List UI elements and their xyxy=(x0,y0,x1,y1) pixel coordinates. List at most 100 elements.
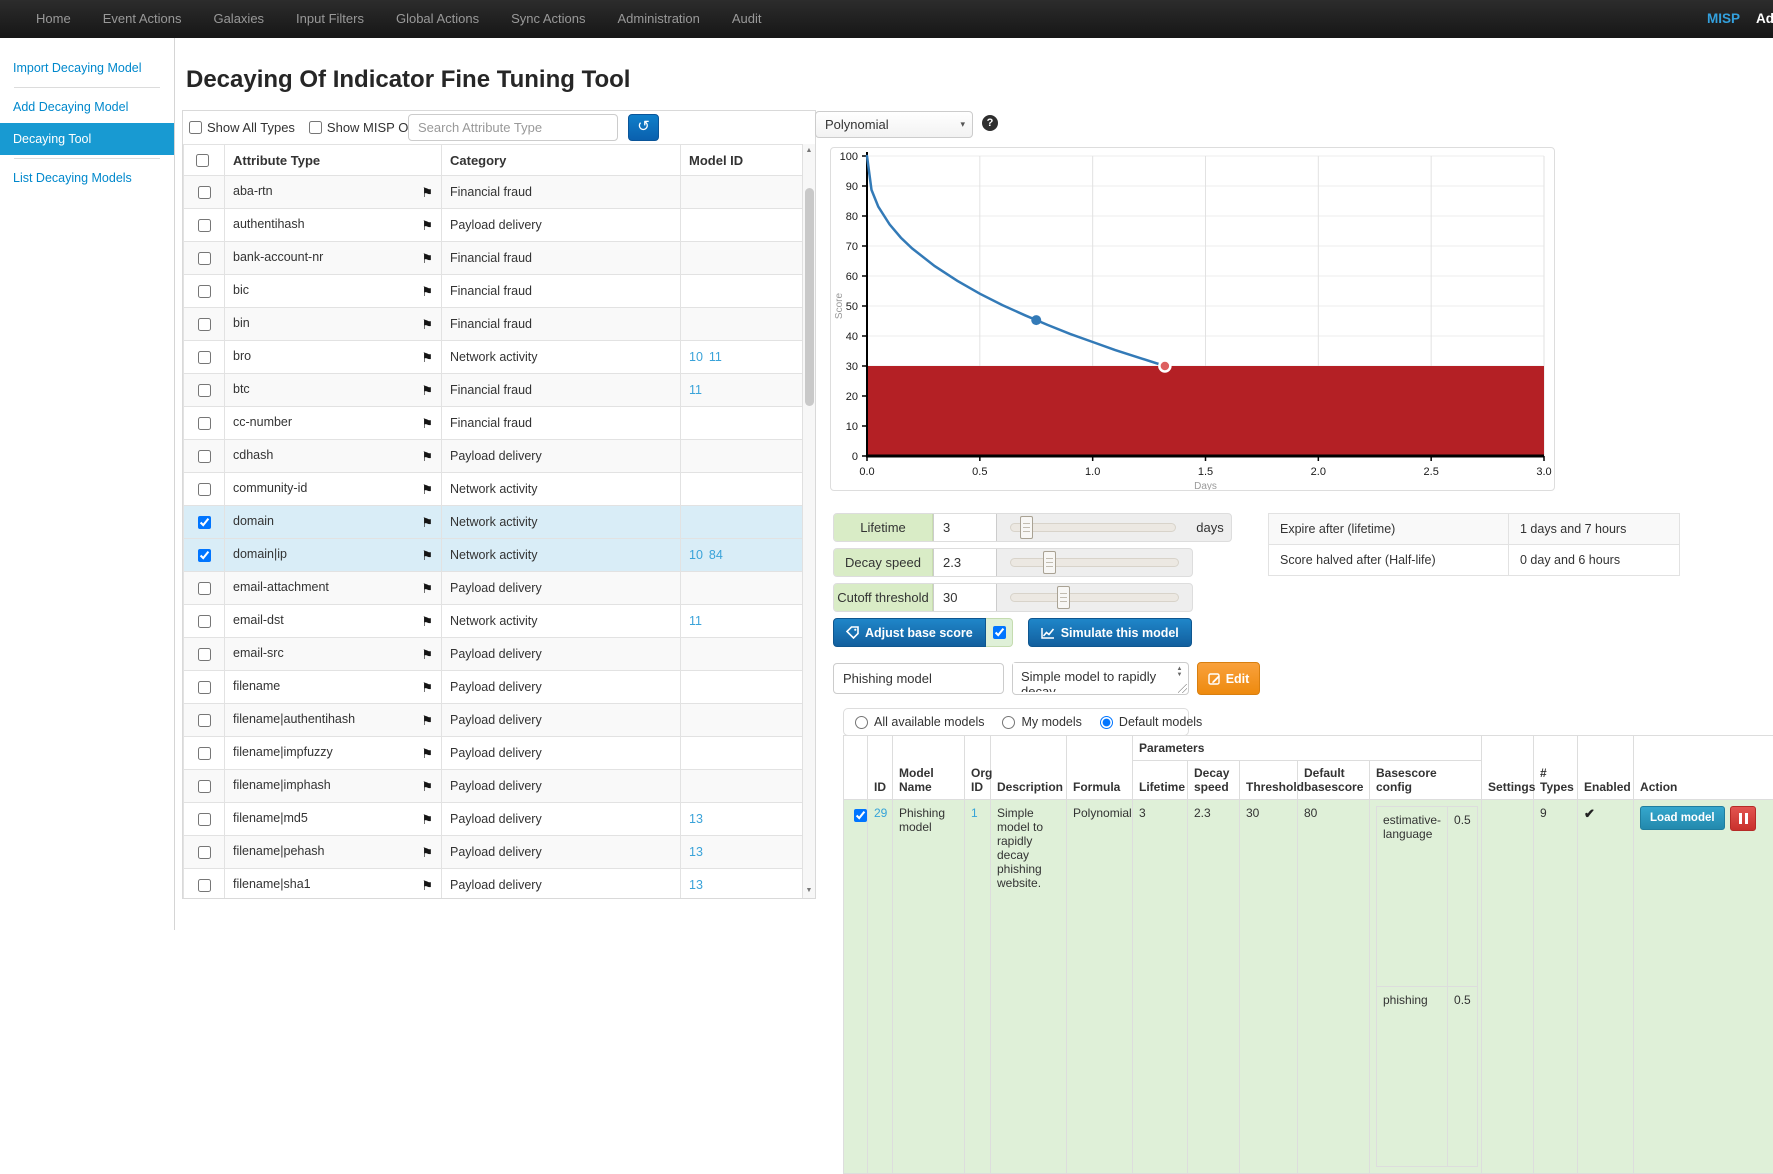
decay-speed-slider-thumb[interactable] xyxy=(1043,551,1056,574)
show-misp-objects-checkbox[interactable] xyxy=(309,121,322,134)
model-id-link[interactable]: 11 xyxy=(689,614,702,628)
model-id-link[interactable]: 84 xyxy=(709,548,723,562)
attribute-row-checkbox[interactable] xyxy=(198,351,211,364)
curve-point-handle[interactable] xyxy=(1031,315,1041,325)
models-parameters-header: Parameters xyxy=(1133,736,1482,761)
model-org-link[interactable]: 1 xyxy=(971,806,978,820)
enabled-check-icon: ✔ xyxy=(1584,806,1595,821)
sidebar-item-add-decaying-model[interactable]: Add Decaying Model xyxy=(0,91,174,123)
attribute-row-checkbox[interactable] xyxy=(198,549,211,562)
adjust-base-score-checkbox[interactable] xyxy=(993,626,1006,639)
model-id-link[interactable]: 13 xyxy=(689,845,703,859)
model-id-link[interactable]: 13 xyxy=(689,878,703,892)
scrollbar[interactable]: ▲ ▼ xyxy=(802,144,815,898)
scroll-down-button[interactable]: ▼ xyxy=(803,884,815,898)
models-select-header xyxy=(844,736,868,800)
threshold-intersection-handle[interactable] xyxy=(1159,361,1170,372)
model-name-input[interactable] xyxy=(833,663,1004,694)
decay-chart: 01020304050607080901000.00.51.01.52.02.5… xyxy=(831,148,1554,490)
cutoff-threshold-input[interactable] xyxy=(933,584,997,611)
lifetime-slider-thumb[interactable] xyxy=(1020,516,1033,539)
formula-select[interactable]: Polynomial ▾ xyxy=(815,111,973,138)
attribute-row-checkbox[interactable] xyxy=(198,747,211,760)
attribute-row-checkbox[interactable] xyxy=(198,648,211,661)
category-label: Payload delivery xyxy=(442,803,681,836)
y-tick-label: 60 xyxy=(846,271,858,283)
flag-icon: ⚑ xyxy=(421,449,433,465)
textarea-scroll-arrows[interactable]: ▲ ▼ xyxy=(1174,666,1185,678)
nav-user[interactable]: Admin xyxy=(1756,0,1773,38)
sidebar-item-decaying-tool[interactable]: Decaying Tool xyxy=(0,123,174,155)
edit-model-button[interactable]: Edit xyxy=(1197,662,1260,695)
attribute-row-checkbox[interactable] xyxy=(198,846,211,859)
cutoff-threshold-slider-track[interactable] xyxy=(1010,593,1179,602)
pause-model-button[interactable] xyxy=(1730,806,1756,831)
attribute-row: email-dst⚑Network activity11 xyxy=(184,605,803,638)
show-all-types-checkbox[interactable] xyxy=(189,121,202,134)
attribute-row-checkbox[interactable] xyxy=(198,219,211,232)
scroll-up-button[interactable]: ▲ xyxy=(803,144,815,158)
cutoff-threshold-slider-thumb[interactable] xyxy=(1057,586,1070,609)
info-label: Expire after (lifetime) xyxy=(1269,514,1509,545)
category-label: Network activity xyxy=(442,605,681,638)
model-id-link[interactable]: 11 xyxy=(689,383,702,397)
scrollbar-thumb[interactable] xyxy=(805,188,814,406)
flag-icon: ⚑ xyxy=(421,845,433,861)
attribute-row-checkbox[interactable] xyxy=(198,780,211,793)
attribute-row-checkbox[interactable] xyxy=(198,582,211,595)
models-default-basescore-header: Default basescore xyxy=(1298,761,1370,800)
attribute-type-label: cc-number xyxy=(233,415,292,429)
attribute-row-checkbox[interactable] xyxy=(198,483,211,496)
nav-item-input-filters[interactable]: Input Filters xyxy=(280,0,380,38)
flag-icon: ⚑ xyxy=(421,713,433,729)
nav-item-home[interactable]: Home xyxy=(20,0,87,38)
help-icon[interactable]: ? xyxy=(982,115,998,131)
model-id-link[interactable]: 13 xyxy=(689,812,703,826)
nav-item-sync-actions[interactable]: Sync Actions xyxy=(495,0,601,38)
radio-all-available-models[interactable] xyxy=(855,716,868,729)
attribute-row-checkbox[interactable] xyxy=(198,252,211,265)
model-id-link[interactable]: 10 xyxy=(689,548,703,562)
nav-item-event-actions[interactable]: Event Actions xyxy=(87,0,198,38)
model-id-link[interactable]: 11 xyxy=(709,350,722,364)
model-id-link[interactable]: 29 xyxy=(874,806,887,820)
attribute-row-checkbox[interactable] xyxy=(198,681,211,694)
attribute-row-checkbox[interactable] xyxy=(198,186,211,199)
attribute-row-checkbox[interactable] xyxy=(198,813,211,826)
attribute-row-checkbox[interactable] xyxy=(198,516,211,529)
simulate-model-button[interactable]: Simulate this model xyxy=(1028,618,1192,647)
load-model-button[interactable]: Load model xyxy=(1640,806,1725,830)
radio-default-models[interactable] xyxy=(1100,716,1113,729)
attribute-row-checkbox[interactable] xyxy=(198,417,211,430)
decay-speed-input[interactable] xyxy=(933,549,997,576)
attribute-row-checkbox[interactable] xyxy=(198,450,211,463)
select-all-checkbox[interactable] xyxy=(196,154,209,167)
sidebar-item-list-decaying-models[interactable]: List Decaying Models xyxy=(0,162,174,194)
adjust-base-score-button[interactable]: Adjust base score xyxy=(833,618,986,647)
misp-brand[interactable]: MISP xyxy=(1707,0,1756,38)
model-row-checkbox[interactable] xyxy=(854,809,867,822)
attribute-row-checkbox[interactable] xyxy=(198,714,211,727)
refresh-button[interactable]: ↺ xyxy=(628,114,659,141)
nav-item-administration[interactable]: Administration xyxy=(602,0,716,38)
attribute-row-checkbox[interactable] xyxy=(198,318,211,331)
model-default-basescore-cell: 80 xyxy=(1298,800,1370,1174)
model-description-textarea[interactable]: Simple model to rapidly decay xyxy=(1013,663,1169,692)
attribute-row-checkbox[interactable] xyxy=(198,615,211,628)
search-input[interactable] xyxy=(408,114,618,141)
radio-my-models[interactable] xyxy=(1002,716,1015,729)
info-value: 1 days and 7 hours xyxy=(1509,514,1680,545)
attribute-row-checkbox[interactable] xyxy=(198,879,211,892)
nav-item-audit[interactable]: Audit xyxy=(716,0,778,38)
nav-item-galaxies[interactable]: Galaxies xyxy=(197,0,280,38)
attribute-row-checkbox[interactable] xyxy=(198,285,211,298)
lifetime-slider-track[interactable] xyxy=(1010,523,1176,532)
model-id-link[interactable]: 10 xyxy=(689,350,703,364)
resize-grip-icon[interactable] xyxy=(1178,684,1187,693)
decay-speed-slider-track[interactable] xyxy=(1010,558,1179,567)
nav-item-global-actions[interactable]: Global Actions xyxy=(380,0,495,38)
models-decay-speed-header: Decay speed xyxy=(1188,761,1240,800)
lifetime-input[interactable] xyxy=(933,514,997,541)
sidebar-item-import-decaying-model[interactable]: Import Decaying Model xyxy=(0,52,174,84)
attribute-row-checkbox[interactable] xyxy=(198,384,211,397)
